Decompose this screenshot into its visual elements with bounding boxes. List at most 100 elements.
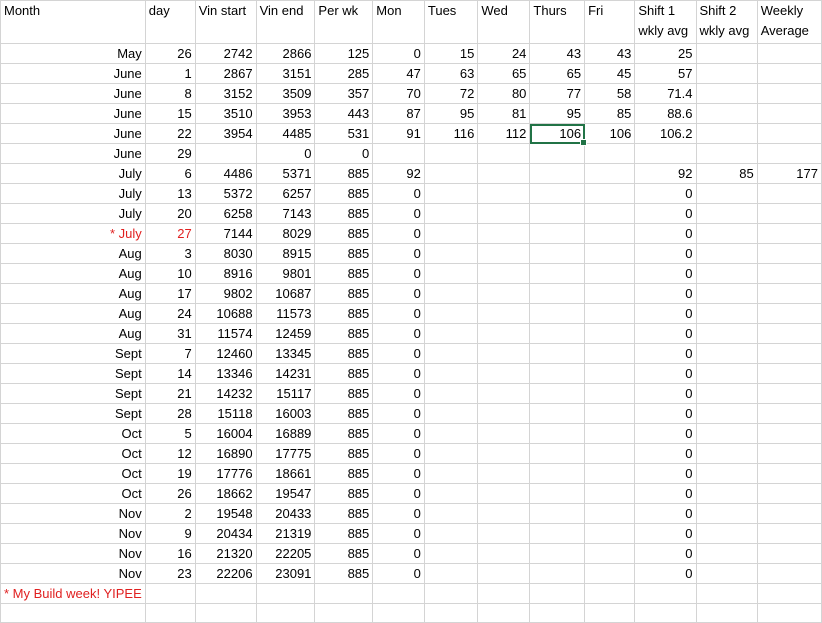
cell-vin-end[interactable]: 0 [255,143,316,164]
cell-per-wk[interactable]: 885 [314,503,374,524]
cell-mon[interactable]: 91 [372,123,425,144]
cell-day[interactable]: 23 [144,563,196,584]
cell-wed[interactable] [477,223,531,244]
cell-wed[interactable] [477,183,531,204]
cell-fri[interactable] [584,543,636,564]
cell-thurs[interactable]: 77 [529,83,586,104]
cell-tues[interactable]: 116 [423,123,479,144]
cell-thurs[interactable] [529,463,586,484]
cell-per-wk[interactable]: 885 [314,463,374,484]
cell-tues[interactable] [423,463,479,484]
cell-month[interactable]: Sept [0,363,146,384]
cell-thurs[interactable]: 95 [529,103,586,124]
cell-mon[interactable]: 0 [372,43,425,64]
cell-mon[interactable] [372,143,425,164]
cell-thurs[interactable] [529,143,586,164]
cell-fri[interactable] [584,243,636,264]
cell-tues[interactable]: 95 [423,103,479,124]
cell-mon[interactable]: 70 [372,83,425,104]
empty-cell[interactable] [144,603,196,623]
cell-tues[interactable] [423,563,479,584]
cell-vin-start[interactable]: 8030 [194,243,257,264]
cell-per-wk[interactable]: 885 [314,543,374,564]
empty-cell[interactable] [477,603,531,623]
cell-weekly-avg[interactable] [756,263,822,284]
cell-tues[interactable] [423,503,479,524]
cell-vin-end[interactable]: 22205 [255,543,316,564]
cell-fri[interactable] [584,483,636,504]
cell-vin-start[interactable]: 16004 [194,423,257,444]
cell-thurs[interactable] [529,223,586,244]
cell-shift2-avg[interactable] [695,263,758,284]
cell-tues[interactable]: 63 [423,63,479,84]
cell-tues[interactable] [423,203,479,224]
header-fri[interactable]: Fri [584,0,636,44]
cell-vin-end[interactable]: 23091 [255,563,316,584]
cell-shift2-avg[interactable] [695,123,758,144]
cell-weekly-avg[interactable] [756,83,822,104]
cell-fri[interactable]: 85 [584,103,636,124]
cell-vin-end[interactable]: 13345 [255,343,316,364]
header-thurs[interactable]: Thurs [529,0,586,44]
cell-day[interactable]: 8 [144,83,196,104]
cell-fri[interactable] [584,423,636,444]
cell-thurs[interactable] [529,483,586,504]
cell-day[interactable]: 27 [144,223,196,244]
cell-weekly-avg[interactable] [756,483,822,504]
header-day[interactable]: day [144,0,196,44]
cell-weekly-avg[interactable] [756,443,822,464]
cell-shift1-avg[interactable]: 0 [634,323,697,344]
cell-shift2-avg[interactable] [695,423,758,444]
cell-vin-start[interactable]: 7144 [194,223,257,244]
cell-per-wk[interactable]: 885 [314,163,374,184]
cell-shift1-avg[interactable]: 0 [634,543,697,564]
cell-day[interactable]: 19 [144,463,196,484]
cell-vin-start[interactable]: 18662 [194,483,257,504]
cell-thurs[interactable] [529,283,586,304]
empty-cell[interactable] [314,583,374,604]
cell-weekly-avg[interactable] [756,523,822,544]
cell-wed[interactable]: 80 [477,83,531,104]
cell-vin-end[interactable]: 15117 [255,383,316,404]
footnote-cell[interactable]: * My Build week! YIPEE [0,583,146,604]
cell-shift2-avg[interactable]: 85 [695,163,758,184]
empty-cell[interactable] [255,583,316,604]
cell-weekly-avg[interactable] [756,243,822,264]
empty-cell[interactable] [634,603,697,623]
cell-shift2-avg[interactable] [695,83,758,104]
cell-per-wk[interactable]: 885 [314,363,374,384]
cell-thurs[interactable] [529,563,586,584]
cell-fri[interactable] [584,523,636,544]
cell-vin-start[interactable]: 14232 [194,383,257,404]
cell-vin-end[interactable]: 19547 [255,483,316,504]
cell-shift2-avg[interactable] [695,543,758,564]
cell-vin-end[interactable]: 14231 [255,363,316,384]
cell-month[interactable]: June [0,103,146,124]
cell-per-wk[interactable]: 531 [314,123,374,144]
cell-tues[interactable] [423,183,479,204]
cell-per-wk[interactable]: 885 [314,203,374,224]
cell-vin-end[interactable]: 8915 [255,243,316,264]
cell-weekly-avg[interactable] [756,43,822,64]
cell-shift2-avg[interactable] [695,103,758,124]
cell-fri[interactable] [584,563,636,584]
cell-day[interactable]: 17 [144,283,196,304]
header-vin-start[interactable]: Vin start [194,0,257,44]
cell-shift2-avg[interactable] [695,483,758,504]
cell-fri[interactable] [584,343,636,364]
cell-shift1-avg[interactable]: 0 [634,343,697,364]
cell-thurs[interactable] [529,503,586,524]
cell-weekly-avg[interactable] [756,363,822,384]
header-month[interactable]: Month [0,0,146,44]
cell-wed[interactable] [477,423,531,444]
cell-vin-start[interactable]: 22206 [194,563,257,584]
cell-thurs[interactable]: 65 [529,63,586,84]
cell-weekly-avg[interactable] [756,63,822,84]
cell-month[interactable]: July [0,183,146,204]
cell-vin-start[interactable]: 3954 [194,123,257,144]
cell-wed[interactable]: 112 [477,123,531,144]
cell-tues[interactable] [423,383,479,404]
cell-weekly-avg[interactable] [756,103,822,124]
empty-cell[interactable] [529,603,586,623]
cell-fri[interactable] [584,183,636,204]
